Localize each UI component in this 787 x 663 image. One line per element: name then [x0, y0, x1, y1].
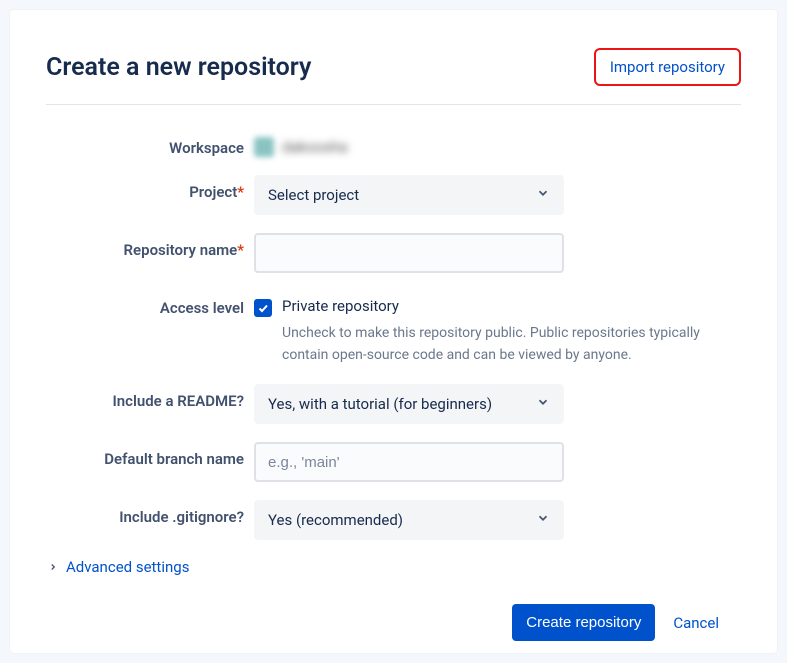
- workspace-avatar-icon: [254, 137, 274, 157]
- required-mark: *: [237, 241, 244, 259]
- checkmark-icon: [257, 302, 269, 314]
- cancel-button[interactable]: Cancel: [673, 614, 719, 632]
- header-row: Create a new repository Import repositor…: [46, 48, 741, 105]
- branch-label: Default branch name: [46, 442, 254, 468]
- repo-name-row: Repository name*: [46, 233, 741, 273]
- repo-name-label: Repository name*: [46, 233, 254, 259]
- access-helper-text: Uncheck to make this repository public. …: [282, 323, 702, 366]
- repo-name-input-wrap: [254, 233, 564, 273]
- project-row: Project* Select project: [46, 175, 741, 215]
- project-label: Project*: [46, 175, 254, 201]
- workspace-row: Workspace dakoosha: [46, 131, 741, 157]
- workspace-value: dakoosha: [254, 131, 741, 157]
- workspace-name: dakoosha: [282, 138, 348, 156]
- create-repository-card: Create a new repository Import repositor…: [10, 10, 777, 653]
- workspace-label: Workspace: [46, 131, 254, 157]
- access-level-row: Access level Private repository Uncheck …: [46, 291, 741, 366]
- branch-input-wrap: [254, 442, 564, 482]
- chevron-down-icon: [536, 395, 550, 413]
- page-title: Create a new repository: [46, 53, 311, 82]
- required-mark: *: [237, 183, 244, 201]
- form-actions: Create repository Cancel: [46, 604, 741, 641]
- readme-label: Include a README?: [46, 384, 254, 410]
- repo-name-input[interactable]: [268, 245, 526, 262]
- advanced-settings-toggle[interactable]: Advanced settings: [48, 558, 741, 576]
- chevron-right-icon: [48, 558, 58, 576]
- gitignore-label: Include .gitignore?: [46, 500, 254, 526]
- create-repository-form: Workspace dakoosha Project* Select proje…: [46, 131, 741, 641]
- readme-select[interactable]: Yes, with a tutorial (for beginners): [254, 384, 564, 424]
- private-repo-checkbox[interactable]: [254, 299, 272, 317]
- access-level-label: Access level: [46, 291, 254, 317]
- gitignore-row: Include .gitignore? Yes (recommended): [46, 500, 741, 540]
- import-repository-link[interactable]: Import repository: [594, 48, 741, 86]
- create-repository-button[interactable]: Create repository: [512, 604, 655, 641]
- gitignore-select[interactable]: Yes (recommended): [254, 500, 564, 540]
- branch-name-input[interactable]: [268, 454, 526, 471]
- chevron-down-icon: [536, 511, 550, 529]
- private-repo-label: Private repository: [282, 297, 702, 315]
- project-select[interactable]: Select project: [254, 175, 564, 215]
- branch-row: Default branch name: [46, 442, 741, 482]
- readme-row: Include a README? Yes, with a tutorial (…: [46, 384, 741, 424]
- chevron-down-icon: [536, 186, 550, 204]
